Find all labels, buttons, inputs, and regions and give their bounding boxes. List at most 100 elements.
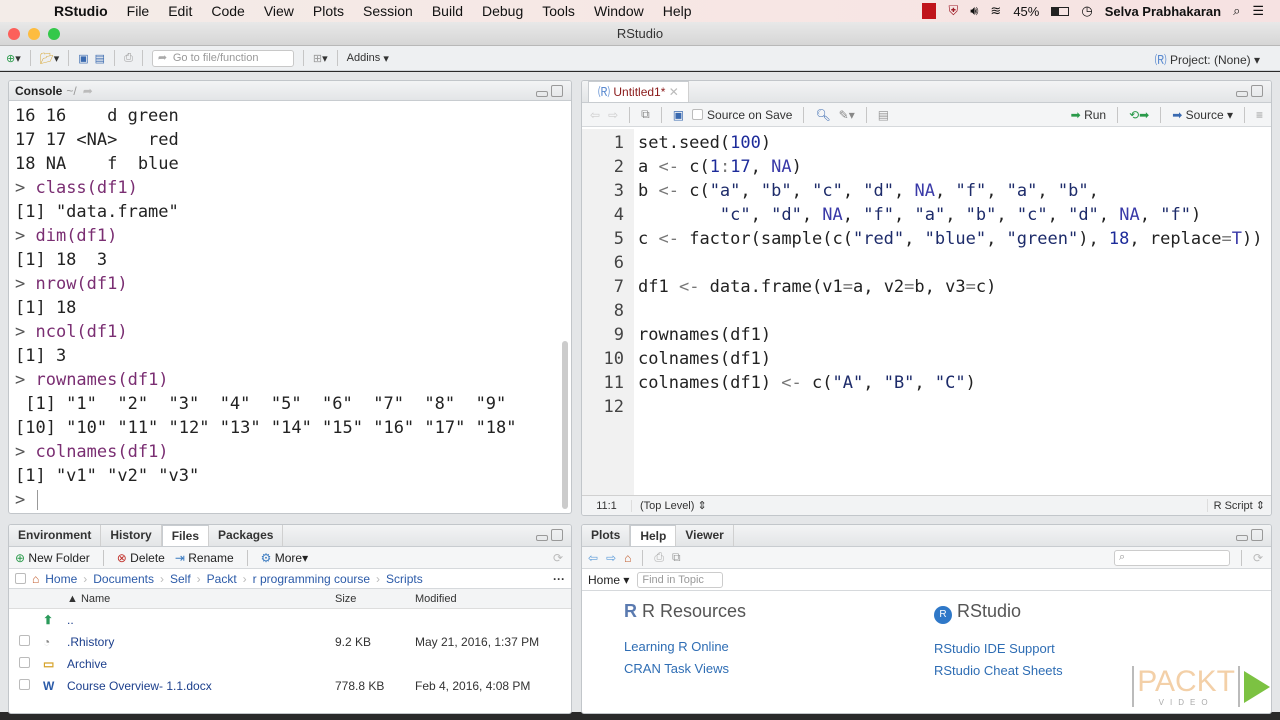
editor-tab-untitled1[interactable]: 🄡 Untitled1* ✕ [588, 81, 689, 102]
link-rstudio-ide-support[interactable]: RStudio IDE Support [934, 638, 1063, 660]
maximize-pane-button[interactable] [551, 85, 563, 97]
code-line[interactable]: 8 [582, 299, 1271, 323]
tab-environment[interactable]: Environment [9, 525, 102, 546]
tab-history[interactable]: History [101, 525, 162, 546]
menu-help[interactable]: Help [663, 3, 692, 19]
breadcrumb-self[interactable]: Self [170, 572, 191, 586]
document-outline-icon[interactable]: ≡ [1256, 108, 1263, 122]
home-icon[interactable]: ⌂ [32, 572, 39, 586]
delete-button[interactable]: ⊗ Delete [117, 551, 165, 565]
maximize-pane-button[interactable] [1251, 529, 1263, 541]
show-in-window-icon[interactable]: ⧉ [672, 550, 681, 565]
code-line[interactable]: 9 rownames(df1) [582, 323, 1271, 347]
run-button[interactable]: ➡ Run [1071, 108, 1106, 122]
zoom-window-button[interactable] [48, 28, 60, 40]
time-machine-icon[interactable]: ◷ [1081, 3, 1092, 19]
pane-layout-button[interactable]: ⊞ ▾ [313, 52, 328, 65]
save-button[interactable]: ▣ [78, 52, 88, 65]
more-path-button[interactable]: ··· [553, 572, 565, 586]
file-name[interactable]: .Rhistory [67, 635, 335, 649]
tab-plots[interactable]: Plots [582, 525, 631, 546]
code-line[interactable]: 11 colnames(df1) <- c("A", "B", "C") [582, 371, 1271, 395]
show-in-window-icon[interactable]: ⧉ [641, 107, 650, 122]
file-name[interactable]: Archive [67, 657, 335, 671]
addins-button[interactable]: Addins ▾ [347, 52, 389, 65]
refresh-icon[interactable]: ⟳ [1253, 551, 1263, 565]
maximize-pane-button[interactable] [551, 529, 563, 541]
notification-list-icon[interactable]: ☰ [1252, 3, 1264, 19]
code-line[interactable]: 2 a <- c(1:17, NA) [582, 155, 1271, 179]
console-cursor[interactable] [37, 490, 39, 510]
sort-size-column[interactable]: Size [335, 593, 415, 605]
open-file-button[interactable]: 📂︎ ▾ [40, 52, 60, 65]
sort-modified-column[interactable]: Modified [415, 593, 457, 605]
user-name[interactable]: Selva Prabhakaran [1105, 4, 1221, 19]
save-icon[interactable]: ▣ [673, 108, 684, 122]
battery-icon[interactable] [1051, 6, 1070, 16]
select-all-checkbox[interactable] [15, 573, 26, 584]
console-tab[interactable]: Console [15, 84, 62, 98]
link-rstudio-cheat-sheets[interactable]: RStudio Cheat Sheets [934, 660, 1063, 682]
minimize-window-button[interactable] [28, 28, 40, 40]
file-row[interactable]: ◔ .Rhistory 9.2 KB May 21, 2016, 1:37 PM [9, 631, 571, 653]
tab-files[interactable]: Files [161, 525, 210, 546]
menu-tools[interactable]: Tools [542, 3, 575, 19]
breadcrumb-packt[interactable]: Packt [207, 572, 237, 586]
code-line[interactable]: 3 b <- c("a", "b", "c", "d", NA, "f", "a"… [582, 179, 1271, 203]
code-line[interactable]: 6 [582, 251, 1271, 275]
spotlight-icon[interactable]: ⌕ [1233, 3, 1240, 19]
find-replace-icon[interactable]: 🔍︎ [815, 108, 830, 122]
file-checkbox[interactable] [19, 657, 30, 668]
new-folder-button[interactable]: ⊕ New Folder [15, 551, 90, 565]
file-checkbox[interactable] [19, 635, 30, 646]
file-checkbox[interactable] [19, 679, 30, 690]
close-tab-icon[interactable]: ✕ [669, 85, 679, 99]
file-type-selector[interactable]: R Script ⇕ [1206, 499, 1271, 512]
file-name[interactable]: Course Overview- 1.1.docx [67, 679, 335, 693]
minimize-pane-button[interactable] [536, 535, 548, 541]
tab-packages[interactable]: Packages [209, 525, 284, 546]
console-output[interactable]: 16 16 d green 17 17 <NA> red 18 NA f blue >… [9, 101, 571, 513]
console-path[interactable]: ~/ [66, 84, 76, 98]
shield-icon[interactable]: ⛨ [948, 3, 958, 19]
new-file-button[interactable]: ⊕ ▾ [6, 52, 21, 65]
forward-icon[interactable]: ⇨ [608, 108, 618, 122]
file-name[interactable]: .. [67, 613, 335, 627]
menu-edit[interactable]: Edit [168, 3, 192, 19]
breadcrumb-r-programming-course[interactable]: r programming course [253, 572, 370, 586]
menu-code[interactable]: Code [211, 3, 244, 19]
link-learning-r-online[interactable]: Learning R Online [624, 636, 746, 658]
menu-view[interactable]: View [264, 3, 294, 19]
source-button[interactable]: ➡ Source ▾ [1172, 108, 1233, 122]
scope-selector[interactable]: (Top Level) ⇕ [632, 499, 707, 512]
go-to-file-input[interactable]: Go to file/function [151, 49, 294, 67]
back-icon[interactable]: ⇦ [588, 551, 598, 565]
breadcrumb-home[interactable]: Home [45, 572, 77, 586]
close-window-button[interactable] [8, 28, 20, 40]
code-line[interactable]: 5 c <- factor(sample(c("red", "blue", "gr… [582, 227, 1271, 251]
breadcrumb-documents[interactable]: Documents [93, 572, 154, 586]
minimize-pane-button[interactable] [1236, 91, 1248, 97]
menu-debug[interactable]: Debug [482, 3, 523, 19]
file-row[interactable]: ▭ Archive [9, 653, 571, 675]
link-cran-task-views[interactable]: CRAN Task Views [624, 658, 746, 680]
more-button[interactable]: ⚙ More▾ [261, 551, 308, 565]
help-search-input[interactable]: ⌕ [1113, 549, 1230, 566]
help-home-dropdown[interactable]: Home ▾ [588, 573, 629, 587]
menu-file[interactable]: File [127, 3, 150, 19]
save-all-button[interactable]: ▤ [95, 52, 105, 65]
find-in-topic-input[interactable]: Find in Topic [637, 571, 724, 588]
rename-button[interactable]: ⇥ Rename [175, 551, 234, 565]
volume-icon[interactable]: 🔊︎ [970, 3, 978, 19]
code-line[interactable]: 12 [582, 395, 1271, 419]
code-line[interactable]: 1 set.seed(100) [582, 131, 1271, 155]
maximize-pane-button[interactable] [1251, 85, 1263, 97]
code-line[interactable]: 10 colnames(df1) [582, 347, 1271, 371]
menu-app-name[interactable]: RStudio [54, 3, 108, 19]
project-menu[interactable]: 🄡 Project: (None) ▾ [1155, 51, 1260, 68]
code-line[interactable]: 7 df1 <- data.frame(v1=a, v2=b, v3=c) [582, 275, 1271, 299]
breadcrumb-scripts[interactable]: Scripts [386, 572, 423, 586]
minimize-pane-button[interactable] [536, 91, 548, 97]
forward-icon[interactable]: ⇨ [606, 551, 616, 565]
file-row[interactable]: ⬆.. [9, 609, 571, 631]
